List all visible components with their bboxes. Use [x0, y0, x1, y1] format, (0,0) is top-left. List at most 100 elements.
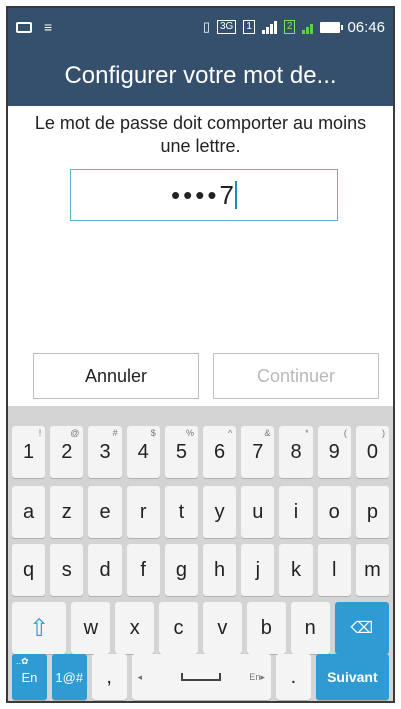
- key-2-label: 2: [61, 440, 73, 463]
- space-key[interactable]: ◂ En▸: [131, 654, 271, 700]
- key-m[interactable]: m: [355, 544, 390, 596]
- status-bar: ≡ ▯ 3G 1 2 06:46: [8, 8, 393, 46]
- key-3[interactable]: #3: [88, 426, 122, 478]
- next-key[interactable]: Suivant: [315, 654, 389, 700]
- key-2[interactable]: @2: [50, 426, 84, 478]
- password-masked-text: ••••: [171, 179, 220, 210]
- key-l[interactable]: l: [317, 544, 351, 596]
- key-v-label: v: [217, 616, 228, 639]
- shift-key[interactable]: ⇧: [12, 602, 67, 654]
- key-r[interactable]: r: [126, 486, 160, 538]
- key-q[interactable]: q: [12, 544, 46, 596]
- key-1[interactable]: ! 1: [12, 426, 46, 478]
- space-icon: [181, 673, 222, 681]
- battery-icon: [320, 21, 344, 33]
- message-notification-icon: ≡: [44, 19, 53, 35]
- key-7-label: 7: [252, 440, 264, 463]
- soft-keyboard: ! 1 @2 #3 $4 % 5 ^ 6 & 7 * 8 (9 ) 0 a z e r t …: [8, 406, 393, 701]
- language-key-dots: ..✿: [16, 656, 29, 666]
- signal-sim2-icon: [302, 20, 314, 34]
- continue-button-label: Continuer: [256, 365, 336, 386]
- key-k-label: k: [291, 558, 302, 581]
- key-d[interactable]: d: [88, 544, 122, 596]
- key-0[interactable]: ) 0: [355, 426, 390, 478]
- key-w[interactable]: w: [71, 602, 111, 654]
- key-7[interactable]: & 7: [241, 426, 275, 478]
- key-f[interactable]: f: [126, 544, 160, 596]
- key-b[interactable]: b: [246, 602, 286, 654]
- key-q-label: q: [23, 558, 35, 581]
- gallery-notification-icon: [16, 21, 32, 33]
- key-u[interactable]: u: [241, 486, 275, 538]
- title-bar: Configurer votre mot de...: [8, 46, 393, 106]
- key-9[interactable]: (9: [317, 426, 351, 478]
- language-key[interactable]: ..✿ En: [12, 654, 47, 700]
- key-4-alt: $: [150, 428, 156, 438]
- key-a[interactable]: a: [12, 486, 46, 538]
- key-e[interactable]: e: [88, 486, 122, 538]
- shift-icon: ⇧: [29, 614, 50, 642]
- key-0-alt: ): [382, 428, 386, 438]
- key-i[interactable]: i: [279, 486, 313, 538]
- key-c-label: c: [173, 616, 184, 639]
- key-h-label: h: [214, 558, 226, 581]
- key-k[interactable]: k: [279, 544, 313, 596]
- symbols-key[interactable]: 1@#: [51, 654, 87, 700]
- key-c[interactable]: c: [159, 602, 198, 654]
- comma-key[interactable]: ,: [91, 654, 127, 700]
- key-l-label: l: [332, 558, 337, 581]
- key-a-label: a: [23, 500, 35, 523]
- space-hint-label: En: [249, 671, 261, 682]
- key-j-label: j: [255, 558, 261, 581]
- password-requirement-message: Le mot de passe doit comporter au moins …: [34, 113, 367, 156]
- password-input[interactable]: •••• 7: [70, 169, 338, 221]
- key-f-label: f: [140, 558, 146, 581]
- page-title: Configurer votre mot de...: [64, 62, 337, 89]
- key-2-alt: @: [70, 428, 80, 438]
- keyboard-row-1: a z e r t y u i o p: [12, 486, 390, 538]
- key-t[interactable]: t: [164, 486, 199, 538]
- key-5[interactable]: % 5: [164, 426, 199, 478]
- key-n[interactable]: n: [290, 602, 330, 654]
- key-x-label: x: [129, 616, 140, 639]
- backspace-key[interactable]: ⌫: [334, 602, 389, 654]
- key-j[interactable]: j: [241, 544, 275, 596]
- key-s-label: s: [61, 558, 72, 581]
- cancel-button-label: Annuler: [84, 365, 148, 386]
- key-e-label: e: [99, 500, 111, 523]
- key-n-label: n: [304, 616, 316, 639]
- cursor-left-icon: ◂: [137, 671, 143, 682]
- signal-sim1-icon: [261, 20, 277, 34]
- vibrate-icon: ▯: [202, 19, 210, 34]
- key-x[interactable]: x: [115, 602, 155, 654]
- key-g-label: g: [175, 558, 187, 581]
- backspace-icon: ⌫: [350, 620, 374, 637]
- clock: 06:46: [347, 18, 385, 36]
- key-y[interactable]: y: [203, 486, 237, 538]
- key-h[interactable]: h: [203, 544, 237, 596]
- key-v[interactable]: v: [202, 602, 242, 654]
- key-o[interactable]: o: [317, 486, 351, 538]
- key-s[interactable]: s: [50, 544, 84, 596]
- key-7-alt: &: [264, 428, 271, 438]
- sim1-badge: 1: [243, 20, 255, 34]
- key-9-label: 9: [328, 440, 340, 463]
- cancel-button[interactable]: Annuler: [33, 353, 199, 399]
- key-8[interactable]: * 8: [279, 426, 313, 478]
- continue-button[interactable]: Continuer: [213, 353, 379, 399]
- keyboard-row-2: q s d f g h j k l m: [12, 544, 390, 596]
- key-u-label: u: [252, 500, 264, 523]
- key-p[interactable]: p: [355, 486, 390, 538]
- key-z-label: z: [61, 500, 72, 523]
- key-9-alt: (: [343, 428, 347, 438]
- key-8-label: 8: [290, 440, 302, 463]
- key-4-label: 4: [137, 440, 149, 463]
- key-z[interactable]: z: [50, 486, 84, 538]
- key-g[interactable]: g: [164, 544, 199, 596]
- period-key-label: .: [290, 665, 297, 688]
- key-o-label: o: [328, 500, 340, 523]
- key-6[interactable]: ^ 6: [203, 426, 237, 478]
- key-y-label: y: [214, 500, 225, 523]
- period-key[interactable]: .: [275, 654, 311, 700]
- key-4[interactable]: $4: [126, 426, 160, 478]
